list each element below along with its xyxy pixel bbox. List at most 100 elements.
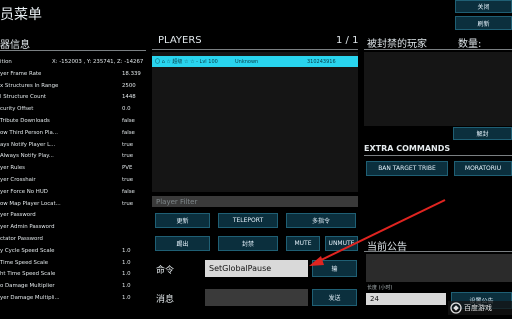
server-info-value: 0.0: [122, 106, 131, 113]
server-info-row: yer Damage Multipli... 1.0: [0, 293, 145, 303]
server-info-key: l Structure Count: [0, 94, 47, 101]
kick-button[interactable]: 踢出: [155, 236, 210, 251]
server-info-key: yer Rules: [0, 165, 25, 172]
watermark: 百度游戏: [448, 301, 512, 315]
server-info-row: ays Notify Player L... true: [0, 140, 145, 150]
server-info-row: Tribute Downloads false: [0, 116, 145, 126]
close-button[interactable]: 关闭: [455, 0, 512, 13]
banned-list: [364, 52, 512, 126]
server-info-row: Always Notify Play... true: [0, 151, 145, 161]
player-filter-input[interactable]: Player Filter: [152, 196, 358, 207]
banned-divider: [364, 49, 512, 50]
server-info-value: true: [122, 200, 134, 207]
server-info-header: 器信息: [0, 40, 30, 51]
page-title: 员菜单: [0, 7, 42, 23]
server-info-row: curity Offset 0.0: [0, 104, 145, 114]
server-info-value: true: [122, 141, 134, 148]
update-button[interactable]: 更新: [155, 213, 210, 228]
ban-target-tribe-button[interactable]: BAN TARGET TRIBE: [366, 161, 448, 176]
server-info-row: ht Time Speed Scale 1.0: [0, 269, 145, 279]
server-info-row: o Damage Multiplier 1.0: [0, 281, 145, 291]
extra-divider: [364, 155, 512, 156]
server-info-key: ow Map Player Locat...: [0, 200, 61, 207]
unmute-button[interactable]: UNMUTE: [325, 236, 358, 251]
server-info-value: 2500: [122, 82, 136, 89]
command-label: 命令: [156, 266, 175, 276]
server-info-value: PVE: [122, 165, 133, 172]
send-button[interactable]: 发送: [312, 289, 357, 306]
server-info-value: false: [122, 118, 135, 124]
server-info-key: yer Crosshair: [0, 177, 36, 183]
server-info-row: l Structure Count 1448: [0, 92, 145, 102]
server-info-key: yer Force No HUD: [0, 188, 48, 195]
server-info-row: ow Third Person Pla... false: [0, 128, 145, 138]
refresh-button[interactable]: 刷新: [455, 16, 512, 30]
server-info-row: x Structures In Range 2500: [0, 81, 145, 91]
announce-textarea[interactable]: [366, 254, 512, 282]
server-info-value: 1.0: [122, 271, 131, 278]
server-info-value: 1.0: [122, 283, 131, 290]
server-info-key: yer Frame Rate: [0, 70, 42, 77]
server-info-value: false: [122, 129, 135, 136]
server-info-value: false: [122, 188, 135, 195]
server-info-key: ition: [0, 59, 12, 65]
players-count: 1 / 1: [336, 35, 359, 46]
server-info-value: true: [122, 177, 134, 183]
extra-commands-header: EXTRA COMMANDS: [364, 144, 451, 153]
server-info-row: y Cycle Speed Scale 1.0: [0, 246, 145, 256]
player-status: Unknown: [235, 58, 259, 65]
server-info-key: ctator Password: [0, 236, 43, 242]
server-info-key: yer Password: [0, 212, 36, 219]
server-info-row: yer Crosshair true: [0, 175, 145, 185]
watermark-text: 百度游戏: [464, 304, 492, 312]
player-name: 〇 ⌂ ☆ 超级 ☆ ☆ - Lvl 100: [155, 59, 218, 65]
execute-button[interactable]: 输: [312, 260, 357, 277]
duration-label: 长度 (小时): [367, 285, 393, 291]
server-info-value: true: [122, 153, 134, 160]
server-info-key: ays Notify Player L...: [0, 141, 56, 148]
command-input[interactable]: SetGlobalPause: [205, 260, 308, 277]
message-label: 消息: [156, 295, 175, 305]
mute-button[interactable]: MUTE: [286, 236, 320, 251]
teleport-button[interactable]: TELEPORT: [218, 213, 278, 228]
server-info-key: y Cycle Speed Scale: [0, 247, 55, 254]
server-info-value: 1448: [122, 94, 136, 101]
server-info-row: yer Force No HUD false: [0, 187, 145, 197]
server-info-key: yer Damage Multipli...: [0, 295, 60, 301]
server-info-row: yer Password: [0, 210, 145, 220]
announce-divider: [364, 251, 512, 252]
players-divider: [152, 49, 358, 50]
server-info-value: 1.0: [122, 295, 131, 301]
ban-button[interactable]: 封禁: [218, 236, 278, 251]
moratorium-button[interactable]: MORATORIU: [454, 161, 512, 176]
server-info-key: ow Third Person Pla...: [0, 129, 58, 136]
server-info-row: yer Rules PVE: [0, 163, 145, 173]
unban-button[interactable]: 解封: [453, 127, 512, 140]
players-list: 〇 ⌂ ☆ 超级 ☆ ☆ - Lvl 100 Unknown 310243916: [152, 52, 358, 192]
multi-command-button[interactable]: 多指令: [286, 213, 356, 228]
server-info-key: Tribute Downloads: [0, 118, 50, 124]
server-info-value: 1.0: [122, 259, 131, 266]
watermark-logo-icon: [450, 302, 462, 314]
banned-count-label: 数量:: [458, 39, 482, 50]
server-info-value: 1.0: [122, 247, 131, 254]
server-info-key: Always Notify Play...: [0, 153, 54, 160]
player-row[interactable]: 〇 ⌂ ☆ 超级 ☆ ☆ - Lvl 100 Unknown 310243916: [152, 56, 358, 67]
server-info-row: yer Frame Rate 18.339: [0, 69, 145, 79]
players-header: PLAYERS: [158, 35, 202, 46]
server-info-row: ow Map Player Locat... true: [0, 199, 145, 209]
server-info-key: o Damage Multiplier: [0, 283, 55, 290]
server-info-row: ition X: -152003 , Y: 235741, Z: -14267: [0, 57, 145, 67]
server-info-list: ition X: -152003 , Y: 235741, Z: -14267 ye…: [0, 57, 150, 307]
server-info-key: yer Admin Password: [0, 224, 55, 231]
server-info-row: Time Speed Scale 1.0: [0, 258, 145, 268]
message-input[interactable]: [205, 289, 308, 306]
server-info-key: Time Speed Scale: [0, 259, 49, 266]
duration-input[interactable]: 24: [366, 293, 446, 305]
banned-header: 被封禁的玩家: [367, 39, 427, 50]
player-id: 310243916: [307, 58, 336, 65]
server-info-value: X: -152003 , Y: 235741, Z: -14267: [52, 59, 144, 65]
server-info-key: curity Offset: [0, 106, 34, 113]
server-info-value: 18.339: [122, 70, 141, 77]
server-info-divider: [0, 50, 146, 51]
